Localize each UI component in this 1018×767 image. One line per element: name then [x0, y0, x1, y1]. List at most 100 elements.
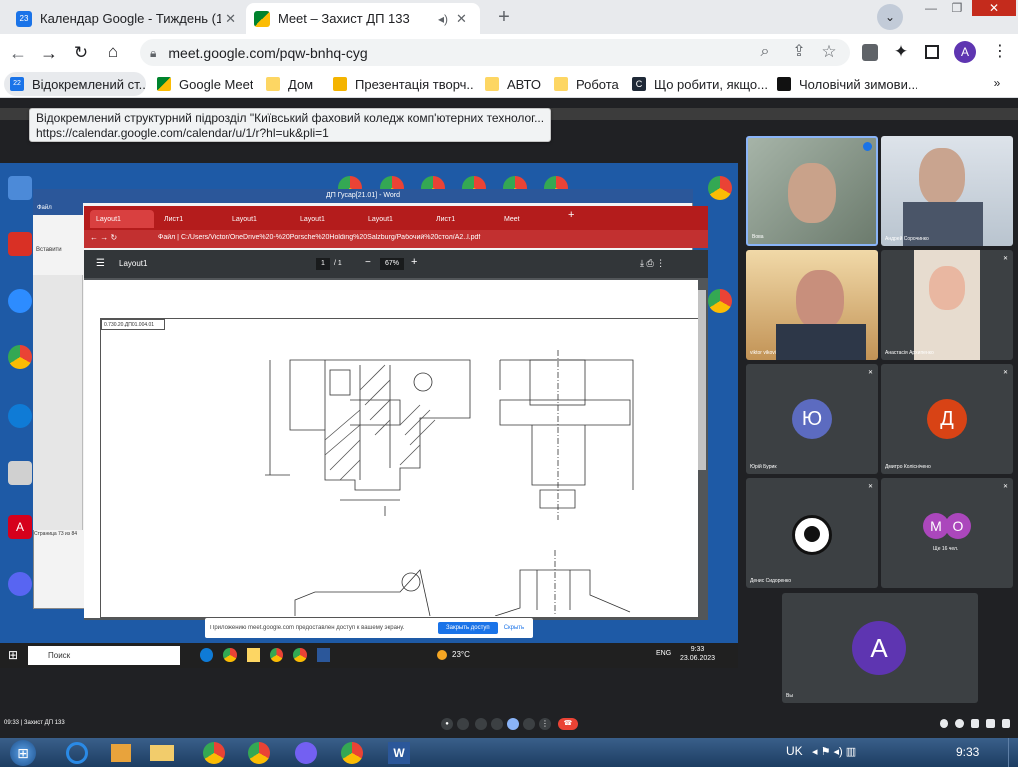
autocad-icon[interactable]: A — [8, 515, 32, 539]
chrome-icon[interactable] — [293, 648, 307, 662]
forward-icon[interactable]: → — [40, 44, 58, 62]
share-icon[interactable]: ⇪ — [790, 44, 808, 60]
desktop-icon[interactable] — [8, 232, 32, 256]
shared-tab[interactable]: Лист1 — [158, 210, 222, 228]
language-indicator[interactable]: UK — [786, 744, 803, 758]
bookmark-robota[interactable]: Робота — [554, 72, 624, 96]
shared-tab[interactable]: Layout1 — [226, 210, 290, 228]
present-icon[interactable] — [507, 718, 519, 730]
participant-tile[interactable]: viktor vikovi — [746, 250, 878, 360]
shared-tab[interactable]: Layout1 — [362, 210, 426, 228]
omnibox[interactable]: 🔒︎ meet.google.com/pqw-bnhq-cyg — [140, 39, 850, 66]
windows-start-icon[interactable]: ⊞ — [8, 648, 22, 662]
discord-icon[interactable] — [8, 572, 32, 596]
chrome-icon[interactable] — [248, 742, 270, 764]
mic-icon[interactable]: ● — [441, 718, 453, 730]
word-icon[interactable] — [316, 648, 330, 662]
info-icon[interactable] — [940, 719, 949, 728]
stop-sharing-button[interactable]: Закрыть доступ — [438, 622, 498, 634]
back-icon[interactable]: ← — [9, 44, 27, 62]
shared-back-icon[interactable]: ← → ↻ — [90, 233, 117, 242]
hang-up-button[interactable]: ☎ — [558, 718, 578, 730]
participant-tile[interactable]: Вова — [746, 136, 878, 246]
word-tab-file[interactable]: Файл — [33, 203, 83, 215]
tab-search-icon[interactable]: ⌄ — [877, 4, 903, 30]
more-bookmarks-icon[interactable]: » — [990, 77, 1004, 89]
shared-tab[interactable]: Layout1 — [294, 210, 358, 228]
profile-avatar[interactable]: A — [954, 41, 976, 63]
sidepanel-icon[interactable] — [925, 45, 939, 59]
camera-icon[interactable] — [457, 718, 469, 730]
captions-icon[interactable] — [475, 718, 487, 730]
edge-icon[interactable] — [200, 648, 214, 662]
media-player-icon[interactable] — [111, 744, 131, 762]
tab-meet[interactable]: Meet – Захист ДП 133 ◂) ✕ — [246, 3, 480, 34]
start-button[interactable]: ⊞ — [10, 740, 36, 766]
chat-icon[interactable] — [970, 719, 980, 728]
star-icon[interactable]: ☆ — [820, 43, 838, 60]
shared-tab[interactable]: Meet — [498, 210, 558, 228]
restore-icon[interactable]: ❐ — [944, 2, 970, 16]
word-icon[interactable]: W — [388, 742, 410, 764]
show-desktop-button[interactable] — [1008, 738, 1018, 767]
pdf-page-input[interactable]: 1 — [316, 258, 330, 270]
hide-button[interactable]: Скрыть — [504, 625, 524, 631]
pdf-zoom-in-icon[interactable]: + — [411, 256, 417, 268]
pdf-download-icon[interactable]: ⤓ ⎙ ⋮ — [640, 258, 665, 269]
participant-tile[interactable]: ✕ Анастасія Архипенко — [881, 250, 1013, 360]
ie-icon[interactable] — [66, 742, 88, 764]
pdf-menu-icon[interactable]: ☰ — [96, 258, 105, 269]
desktop-icon[interactable] — [8, 176, 32, 200]
bookmark-avto[interactable]: АВТО — [485, 72, 545, 96]
desktop-icon[interactable] — [8, 461, 32, 485]
self-tile[interactable]: A Вы — [782, 593, 978, 703]
bookmark-calendar[interactable]: 22 Відокремлений ст... — [4, 72, 146, 96]
lock-icon[interactable] — [1001, 719, 1011, 728]
participant-tile-group[interactable]: М О ✕ Ще 16 чел. — [881, 478, 1013, 588]
extension-shield-icon[interactable] — [862, 44, 878, 61]
chrome-icon[interactable] — [8, 345, 32, 369]
reload-icon[interactable]: ↻ — [72, 44, 90, 61]
shared-new-tab-icon[interactable]: + — [568, 209, 580, 221]
chrome-icon[interactable] — [708, 176, 732, 200]
menu-icon[interactable]: ⋮ — [992, 44, 1008, 60]
bookmark-google-meet[interactable]: Google Meet — [157, 72, 257, 96]
bookmark-dom[interactable]: Дом — [266, 72, 326, 96]
edge-icon[interactable] — [8, 404, 32, 428]
people-icon[interactable] — [955, 719, 964, 728]
explorer-icon[interactable] — [246, 648, 260, 662]
close-icon[interactable]: ✕ — [456, 12, 467, 25]
tray-icons[interactable]: ◂ ⚑ ◂) ▥ — [812, 745, 856, 758]
emoji-icon[interactable] — [491, 718, 503, 730]
zoom-icon[interactable]: ⌕ — [756, 44, 774, 60]
word-paste-button[interactable]: Вставити — [33, 215, 83, 275]
taskbar-lang[interactable]: ENG — [656, 650, 671, 657]
participant-tile[interactable]: Андрей Сорочинко — [881, 136, 1013, 246]
more-options-icon[interactable]: ⋮ — [539, 718, 551, 730]
close-icon[interactable]: ✕ — [225, 12, 236, 25]
bookmark-presentation[interactable]: Презентація творч... — [333, 72, 473, 96]
participant-tile[interactable]: ✕ Денис Сидоренко — [746, 478, 878, 588]
chrome-icon[interactable] — [269, 648, 284, 662]
new-tab-icon[interactable]: + — [493, 6, 515, 28]
home-icon[interactable]: ⌂ — [104, 43, 122, 60]
chrome-icon[interactable] — [341, 742, 363, 764]
zoom-app-icon[interactable] — [8, 289, 32, 313]
raise-hand-icon[interactable] — [523, 718, 535, 730]
bookmark-winter[interactable]: Чоловічий зимови... — [777, 72, 917, 96]
pdf-scrollbar[interactable] — [698, 290, 706, 470]
pdf-zoom-input[interactable]: 67% — [380, 258, 404, 270]
minimize-icon[interactable]: — — [918, 2, 944, 16]
taskbar-search[interactable]: Поиск — [28, 646, 180, 665]
explorer-icon[interactable] — [150, 745, 174, 761]
chrome-icon[interactable] — [203, 742, 225, 764]
viber-icon[interactable] — [295, 742, 317, 764]
window-close-icon[interactable]: ✕ — [972, 0, 1016, 16]
tab-calendar[interactable]: 23 Календар Google - Тиждень (18 ✕ — [8, 3, 244, 34]
shared-tab[interactable]: Лист1 — [430, 210, 494, 228]
bookmark-what-to-do[interactable]: C Що робити, якщо... — [632, 72, 768, 96]
shared-tab[interactable]: Layout1 — [90, 210, 154, 228]
chrome-icon[interactable] — [708, 289, 732, 313]
chrome-icon[interactable] — [223, 648, 237, 662]
participant-tile[interactable]: Д ✕ Дмитро Коліснічено — [881, 364, 1013, 474]
